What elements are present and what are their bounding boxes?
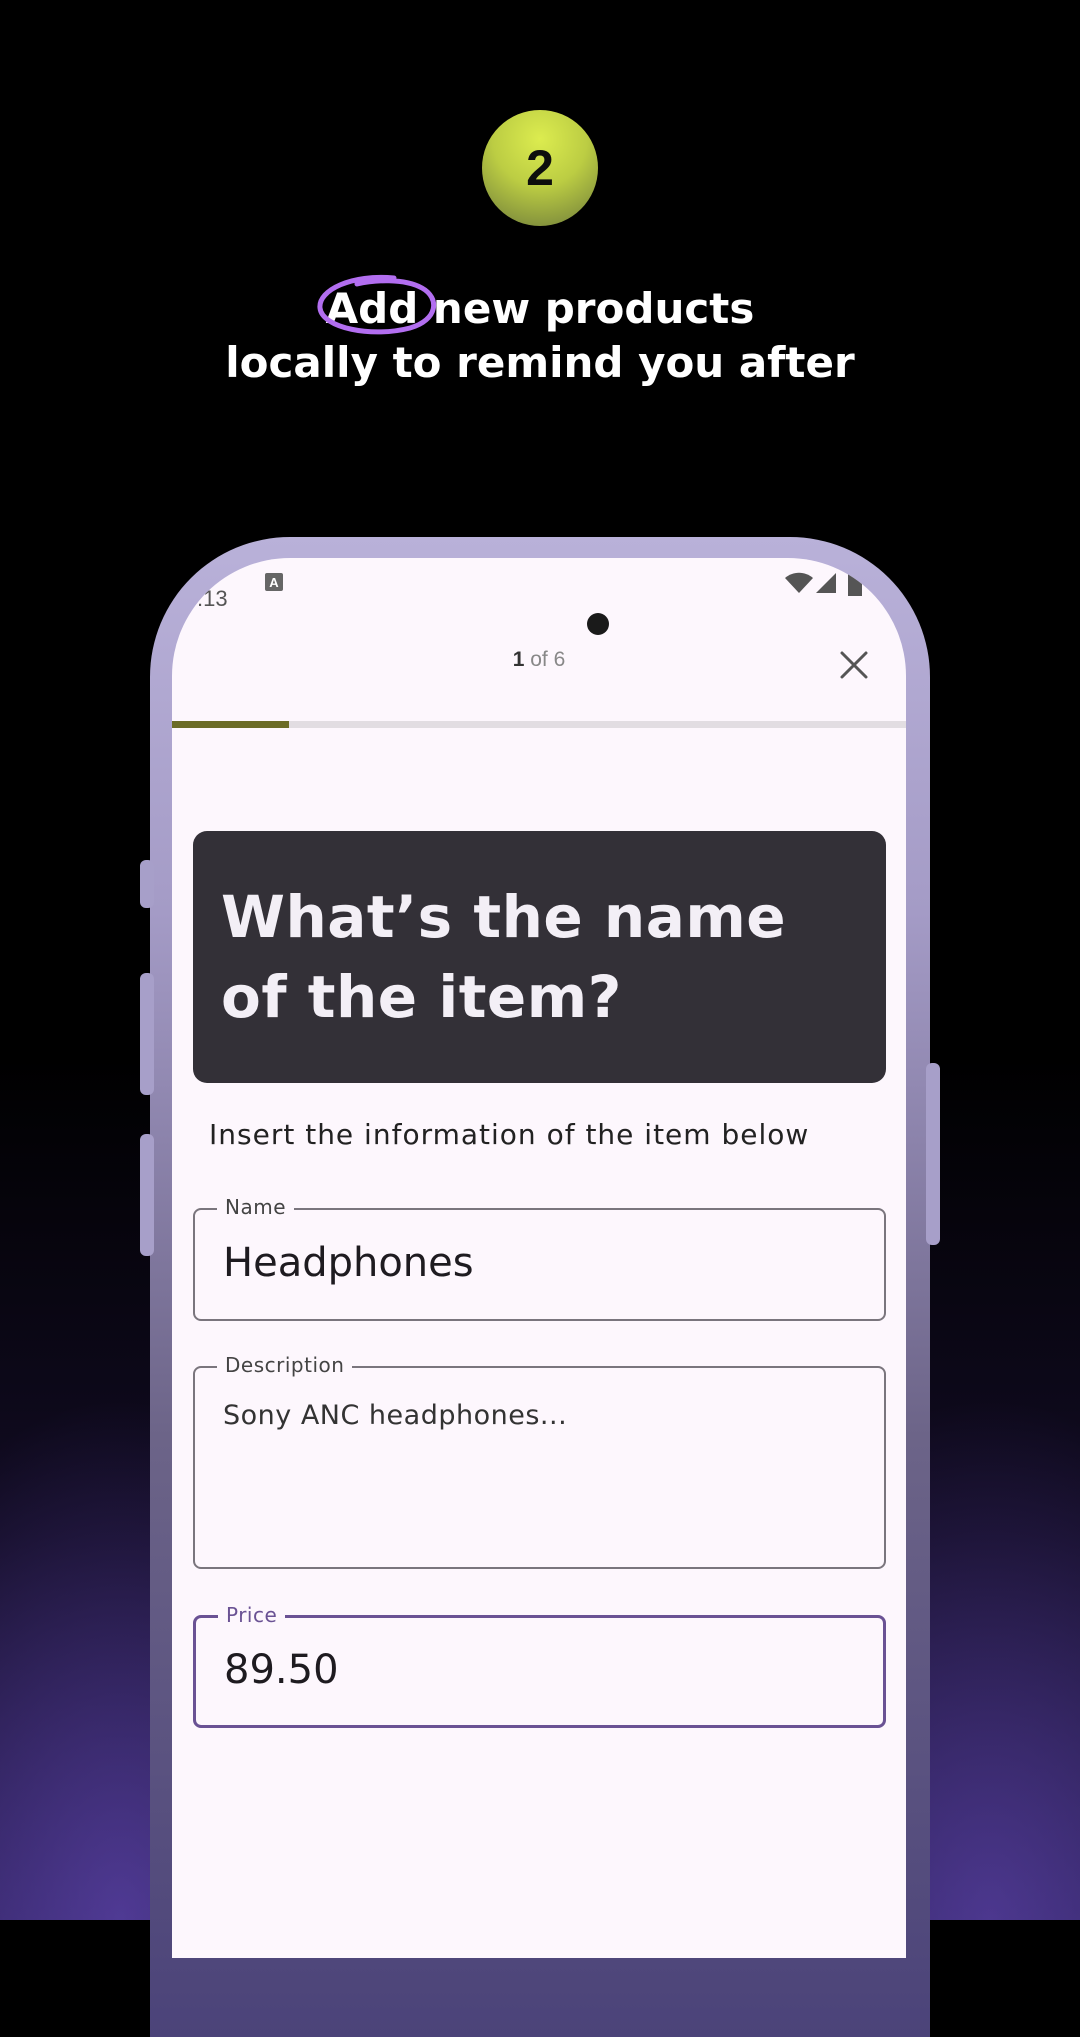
wifi-icon [785, 572, 813, 593]
front-camera [587, 613, 609, 635]
name-field-label: Name [217, 1195, 295, 1219]
price-field-label: Price [218, 1603, 286, 1627]
progress-fill [172, 721, 290, 728]
question-card: What’s the name of the item? [193, 831, 886, 1083]
pager-total: of 6 [524, 648, 566, 671]
close-icon[interactable] [837, 648, 871, 682]
progress-bar [172, 721, 906, 728]
description-field-label: Description [217, 1353, 353, 1377]
step-pager: 1 of 6 [172, 648, 906, 672]
step-number: 2 [526, 140, 554, 196]
question-subtitle: Insert the information of the item below [209, 1118, 810, 1151]
svg-text:A: A [269, 575, 279, 590]
phone-side-button [140, 860, 154, 908]
headline-line2: locally to remind you after [225, 338, 855, 387]
phone-power-button [926, 1063, 940, 1245]
step-badge: 2 [482, 110, 598, 226]
status-time: :13 [197, 586, 228, 611]
question-title: What’s the name of the item? [221, 883, 787, 1031]
name-field[interactable]: Name Headphones [193, 1195, 886, 1321]
price-field-value[interactable]: 89.50 [224, 1647, 339, 1693]
pager-current: 1 [512, 648, 525, 671]
highlight-circle-icon [317, 274, 437, 335]
name-field-value[interactable]: Headphones [223, 1240, 474, 1286]
cell-signal-icon [816, 573, 836, 593]
description-field-value[interactable]: Sony ANC headphones... [223, 1400, 567, 1431]
description-field[interactable]: Description Sony ANC headphones... [193, 1353, 886, 1569]
phone-volume-up-button [140, 973, 154, 1095]
phone-volume-down-button [140, 1134, 154, 1256]
price-field[interactable]: Price 89.50 [193, 1603, 886, 1728]
battery-icon [848, 570, 862, 596]
headline: Add new products locally to remind you a… [0, 282, 1080, 390]
headline-line1: new products [418, 284, 755, 333]
a-notification-icon: A [265, 573, 283, 591]
phone-screen: :13 A 1 of 6 What’s the name of the item… [172, 558, 906, 1958]
